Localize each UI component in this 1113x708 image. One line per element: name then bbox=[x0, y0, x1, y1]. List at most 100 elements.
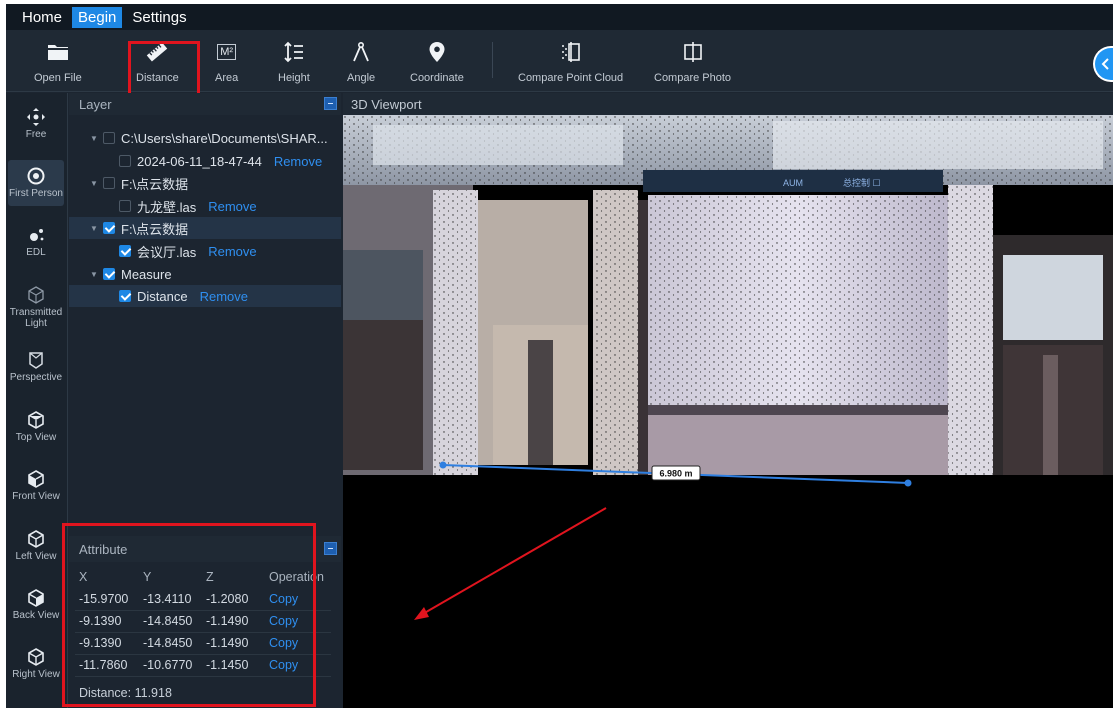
cube-front-icon bbox=[26, 469, 46, 489]
open-file-button[interactable]: Open File bbox=[34, 38, 82, 88]
cell-z: -1.1490 bbox=[202, 632, 265, 655]
remove-link[interactable]: Remove bbox=[208, 244, 256, 259]
expand-caret-icon[interactable]: ▼ bbox=[89, 224, 99, 233]
layer-checkbox[interactable] bbox=[103, 132, 115, 144]
attribute-table: X Y Z Operation -15.9700 -13.4110 -1.208… bbox=[75, 566, 331, 677]
arrow-left-icon bbox=[1101, 58, 1109, 70]
layer-row[interactable]: ▼ F:\点云数据 bbox=[69, 217, 341, 239]
compare-cloud-icon bbox=[560, 38, 582, 66]
nav-first-person-label: First Person bbox=[9, 188, 63, 199]
layer-checkbox[interactable] bbox=[119, 245, 131, 257]
move-arrows-icon bbox=[26, 107, 46, 127]
nav-perspective-label: Perspective bbox=[9, 372, 63, 383]
layer-checkbox[interactable] bbox=[119, 200, 131, 212]
layer-checkbox[interactable] bbox=[103, 222, 115, 234]
measure-point[interactable] bbox=[439, 461, 447, 469]
attribute-collapse-button[interactable] bbox=[324, 542, 337, 555]
layer-row-label: 会议厅.las bbox=[137, 244, 197, 260]
sign-text: 总控制 ☐ bbox=[843, 177, 881, 188]
layer-row-label: F:\点云数据 bbox=[121, 176, 189, 192]
point-cloud-render[interactable]: AUM 总控制 ☐ 6.980 m bbox=[343, 115, 1113, 708]
compare-photo-button[interactable]: Compare Photo bbox=[654, 38, 731, 88]
measure-point[interactable] bbox=[904, 479, 912, 487]
nav-transmitted-light[interactable]: Transmitted Light bbox=[8, 285, 64, 329]
layer-panel-header: Layer bbox=[69, 93, 341, 115]
compare-point-cloud-label: Compare Point Cloud bbox=[518, 72, 624, 84]
layer-row[interactable]: ▼ C:\Users\share\Documents\SHAR... bbox=[69, 127, 341, 149]
height-icon bbox=[284, 38, 304, 66]
layer-row-label: 九龙壁.las bbox=[137, 199, 197, 215]
distance-button[interactable]: Distance bbox=[136, 38, 179, 88]
cell-y: -14.8450 bbox=[139, 610, 202, 633]
table-row: -15.9700 -13.4110 -1.2080 Copy bbox=[75, 588, 331, 611]
nav-top-view[interactable]: Top View bbox=[8, 410, 64, 444]
copy-link[interactable]: Copy bbox=[265, 654, 331, 677]
cell-x: -11.7860 bbox=[75, 654, 139, 677]
perspective-icon bbox=[26, 350, 46, 370]
layer-checkbox[interactable] bbox=[119, 155, 131, 167]
layer-row-label: C:\Users\share\Documents\SHAR... bbox=[121, 130, 328, 146]
nav-front-view[interactable]: Front View bbox=[8, 469, 64, 503]
angle-label: Angle bbox=[347, 72, 376, 84]
remove-link[interactable]: Remove bbox=[200, 289, 248, 304]
layer-panel-title: Layer bbox=[79, 96, 112, 112]
expand-caret-icon[interactable]: ▼ bbox=[89, 179, 99, 188]
nav-right-view[interactable]: Right View bbox=[8, 647, 64, 681]
layer-row-label: F:\点云数据 bbox=[121, 221, 189, 237]
layer-row[interactable]: 会议厅.las Remove bbox=[69, 240, 341, 262]
layer-checkbox[interactable] bbox=[103, 268, 115, 280]
nav-edl[interactable]: EDL bbox=[8, 225, 64, 259]
angle-button[interactable]: Angle bbox=[347, 38, 375, 88]
layer-row[interactable]: 九龙壁.las Remove bbox=[69, 195, 341, 217]
layer-row[interactable]: ▼ Measure bbox=[69, 263, 341, 285]
nav-free[interactable]: Free bbox=[8, 107, 64, 141]
copy-link[interactable]: Copy bbox=[265, 610, 331, 633]
area-icon: M² bbox=[217, 38, 237, 66]
layer-row[interactable]: ▼ F:\点云数据 bbox=[69, 172, 341, 194]
menu-settings[interactable]: Settings bbox=[126, 7, 192, 28]
nav-perspective[interactable]: Perspective bbox=[8, 350, 64, 384]
distance-total-label: Distance: bbox=[79, 686, 132, 700]
layer-row[interactable]: Distance Remove bbox=[69, 285, 341, 307]
expand-caret-icon[interactable]: ▼ bbox=[89, 270, 99, 279]
open-file-label: Open File bbox=[34, 72, 82, 84]
copy-link[interactable]: Copy bbox=[265, 588, 331, 611]
nav-left-view-label: Left View bbox=[15, 551, 57, 562]
menu-home[interactable]: Home bbox=[16, 7, 68, 28]
cell-z: -1.2080 bbox=[202, 588, 265, 611]
attribute-panel-title: Attribute bbox=[79, 541, 128, 557]
layer-collapse-button[interactable] bbox=[324, 97, 337, 110]
cell-y: -10.6770 bbox=[139, 654, 202, 677]
height-label: Height bbox=[278, 72, 310, 84]
compare-point-cloud-button[interactable]: Compare Point Cloud bbox=[518, 38, 623, 88]
copy-link[interactable]: Copy bbox=[265, 632, 331, 655]
area-button[interactable]: M² Area bbox=[215, 38, 238, 88]
toolbar: Open File Distance M² Area Height Angle bbox=[6, 30, 1113, 99]
cell-x: -9.1390 bbox=[75, 610, 139, 633]
nav-back-view[interactable]: Back View bbox=[8, 588, 64, 622]
3d-viewport[interactable]: AUM 总控制 ☐ 6.980 m bbox=[343, 115, 1113, 708]
remove-link[interactable]: Remove bbox=[274, 154, 322, 169]
measurement-label: 6.980 m bbox=[659, 469, 692, 479]
cell-y: -14.8450 bbox=[139, 632, 202, 655]
layer-checkbox[interactable] bbox=[119, 290, 131, 302]
compare-photo-label: Compare Photo bbox=[654, 72, 732, 84]
layer-checkbox[interactable] bbox=[103, 177, 115, 189]
menu-begin[interactable]: Begin bbox=[72, 6, 123, 28]
nav-first-person[interactable]: First Person bbox=[8, 160, 64, 206]
attribute-table-header: X Y Z Operation bbox=[75, 566, 331, 588]
layer-panel: Layer ▼ C:\Users\share\Documents\SHAR...… bbox=[69, 93, 341, 535]
edl-dots-icon bbox=[26, 225, 46, 245]
remove-link[interactable]: Remove bbox=[208, 199, 256, 214]
layer-row[interactable]: 2024-06-11_18-47-44 Remove bbox=[69, 150, 341, 172]
view-mode-sidebar: Free First Person EDL Transmitted Light … bbox=[6, 93, 68, 708]
transparent-cube-icon bbox=[26, 285, 46, 305]
cell-z: -1.1490 bbox=[202, 610, 265, 633]
height-button[interactable]: Height bbox=[278, 38, 310, 88]
toolbar-separator bbox=[492, 42, 493, 78]
column-header-y: Y bbox=[143, 570, 152, 584]
layer-row-label: Measure bbox=[121, 266, 172, 282]
expand-caret-icon[interactable]: ▼ bbox=[89, 134, 99, 143]
coordinate-button[interactable]: Coordinate bbox=[410, 38, 464, 88]
nav-left-view[interactable]: Left View bbox=[8, 529, 64, 563]
